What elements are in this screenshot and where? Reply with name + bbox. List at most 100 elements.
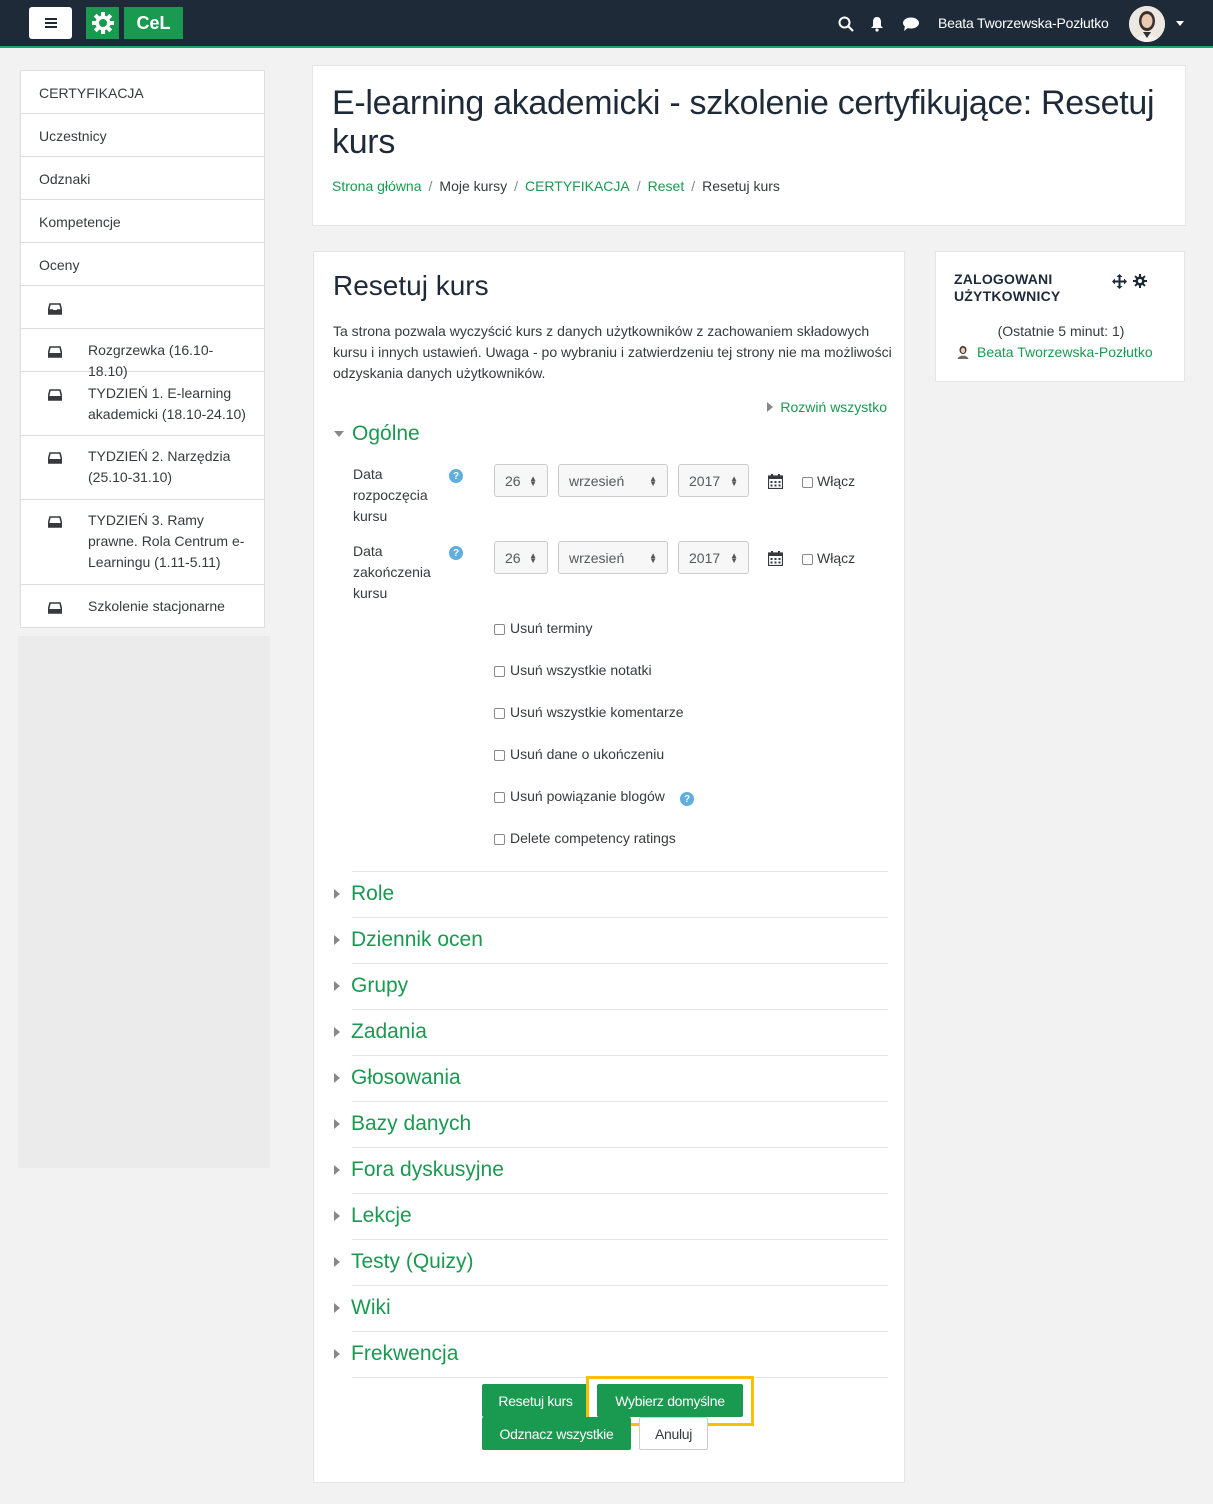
calendar-icon[interactable] [767, 551, 784, 567]
breadcrumb-my-courses: Moje kursy [439, 178, 508, 194]
start-date-enable-label: Włącz [817, 473, 856, 489]
drawer-item-tydzien-2[interactable]: TYDZIEŃ 2. Narzędzia (25.10-31.10) [21, 436, 264, 500]
drawer-item-tydzien-3[interactable]: TYDZIEŃ 3. Ramy prawne. Rola Centrum e-L… [21, 500, 264, 585]
hamburger-icon [44, 18, 57, 28]
option-label: Delete competency ratings [510, 830, 676, 846]
section-zadania[interactable]: Zadania [334, 1009, 888, 1055]
calendar-icon[interactable] [767, 474, 784, 490]
caret-right-icon [334, 1027, 340, 1037]
option-checkbox-delete-completion[interactable] [494, 750, 505, 761]
page-title: E-learning akademicki - szkolenie certyf… [332, 84, 1155, 161]
help-icon[interactable]: ? [449, 469, 463, 483]
caret-right-icon [334, 1165, 340, 1175]
folder-tray-icon [47, 596, 88, 620]
section-dziennik-ocen[interactable]: Dziennik ocen [334, 917, 888, 963]
caret-right-icon [767, 402, 774, 412]
online-users-info: (Ostatnie 5 minut: 1) [997, 323, 1125, 339]
move-icon[interactable] [1112, 274, 1127, 292]
menu-toggle-button[interactable] [29, 7, 72, 39]
caret-down-icon [334, 431, 344, 437]
breadcrumb-course[interactable]: CERTYFIKACJA [525, 178, 630, 194]
search-icon[interactable] [836, 14, 856, 34]
select-arrows-icon: ▲ ▼ [730, 474, 738, 488]
option-checkbox-delete-comments[interactable] [494, 708, 505, 719]
online-users-title: ZALOGOWANI UŻYTKOWNICY [954, 271, 1061, 304]
section-role[interactable]: Role [334, 871, 888, 917]
caret-right-icon [334, 981, 340, 991]
section-bazy-danych[interactable]: Bazy danych [334, 1101, 888, 1147]
section-lekcje[interactable]: Lekcje [334, 1193, 888, 1239]
drawer-item-uczestnicy[interactable]: Uczestnicy [21, 114, 264, 157]
caret-right-icon [334, 935, 340, 945]
section-glosowania[interactable]: Głosowania [334, 1055, 888, 1101]
option-checkbox-delete-notes[interactable] [494, 666, 505, 677]
section-grupy[interactable]: Grupy [334, 963, 888, 1009]
start-day-select[interactable]: 26 ▲ ▼ [494, 464, 548, 497]
drawer-item-section-general[interactable] [21, 286, 264, 329]
caret-right-icon [334, 1119, 340, 1129]
cancel-button[interactable]: Anuluj [639, 1417, 708, 1450]
drawer-item-szkolenie-stacjonarne[interactable]: Szkolenie stacjonarne [21, 585, 264, 627]
drawer-item-odznaki[interactable]: Odznaki [21, 157, 264, 200]
start-year-select[interactable]: 2017 ▲ ▼ [678, 464, 749, 497]
start-date-enable-checkbox[interactable] [802, 477, 813, 488]
folder-tray-icon [47, 446, 88, 470]
course-navigation: CERTYFIKACJA Uczestnicy Odznaki Kompeten… [20, 70, 265, 628]
user-menu-name[interactable]: Beata Tworzewska-Pozłutko [938, 15, 1109, 31]
reset-course-form: Resetuj kurs Ta strona pozwala wyczyścić… [313, 251, 905, 1483]
section-general-header[interactable]: Ogólne [334, 422, 420, 446]
end-day-select[interactable]: 26 ▲ ▼ [494, 541, 548, 574]
option-checkbox-delete-competency[interactable] [494, 834, 505, 845]
online-users-block: ZALOGOWANI UŻYTKOWNICY (Ostatnie 5 minut… [935, 251, 1185, 382]
caret-right-icon [334, 1303, 340, 1313]
folder-tray-icon [47, 510, 88, 534]
option-label: Usuń wszystkie notatki [510, 662, 652, 678]
page-header: E-learning akademicki - szkolenie certyf… [312, 65, 1186, 226]
drawer-lower-panel [18, 636, 270, 1168]
caret-right-icon [334, 1349, 340, 1359]
drawer-item-certyfikacja[interactable]: CERTYFIKACJA [21, 71, 264, 114]
select-arrows-icon: ▲ ▼ [730, 551, 738, 565]
option-checkbox-delete-events[interactable] [494, 624, 505, 635]
navbar: CeL Beata Tworzewska-Pozłutko [0, 0, 1213, 48]
chat-bubble-icon[interactable] [901, 14, 921, 34]
drawer-item-rozgrzewka[interactable]: Rozgrzewka (16.10-18.10) [21, 329, 264, 379]
breadcrumb-home[interactable]: Strona główna [332, 178, 422, 194]
start-date-label: Data rozpoczęcia kursu [353, 466, 428, 524]
caret-right-icon [334, 1211, 340, 1221]
breadcrumb: Strona główna / Moje kursy / CERTYFIKACJA / Re… [332, 178, 780, 194]
online-user-link[interactable]: Beata Tworzewska-Pozłutko [956, 344, 1153, 360]
reset-course-button[interactable]: Resetuj kurs [482, 1384, 589, 1417]
site-logo[interactable]: CeL [124, 7, 183, 39]
intro-text: Ta strona pozwala wyczyścić kurs z danyc… [333, 323, 892, 381]
help-icon[interactable]: ? [449, 546, 463, 560]
drawer-item-kompetencje[interactable]: Kompetencje [21, 200, 264, 243]
avatar[interactable] [1129, 6, 1165, 42]
drawer-item-oceny[interactable]: Oceny [21, 243, 264, 286]
help-icon[interactable]: ? [680, 792, 694, 806]
gear-logo-icon[interactable] [86, 7, 119, 39]
breadcrumb-reset[interactable]: Reset [648, 178, 685, 194]
caret-right-icon [334, 889, 340, 899]
gear-icon[interactable] [1133, 274, 1147, 291]
start-month-select[interactable]: wrzesień ▲ ▼ [558, 464, 668, 497]
bell-icon[interactable] [867, 14, 887, 34]
end-date-enable-checkbox[interactable] [802, 554, 813, 565]
end-year-select[interactable]: 2017 ▲ ▼ [678, 541, 749, 574]
select-arrows-icon: ▲ ▼ [529, 474, 537, 488]
caret-right-icon [334, 1257, 340, 1267]
folder-tray-icon [47, 383, 88, 407]
section-frekwencja[interactable]: Frekwencja [334, 1331, 888, 1377]
section-wiki[interactable]: Wiki [334, 1285, 888, 1331]
chevron-down-icon[interactable] [1176, 21, 1184, 26]
section-testy[interactable]: Testy (Quizy) [334, 1239, 888, 1285]
select-arrows-icon: ▲ ▼ [649, 474, 657, 488]
breadcrumb-current: Resetuj kurs [702, 178, 780, 194]
deselect-all-button[interactable]: Odznacz wszystkie [482, 1417, 631, 1450]
end-date-label: Data zakończenia kursu [353, 543, 431, 601]
select-arrows-icon: ▲ ▼ [649, 551, 657, 565]
expand-all-link[interactable]: Rozwiń wszystko [767, 399, 887, 415]
section-fora-dyskusyjne[interactable]: Fora dyskusyjne [334, 1147, 888, 1193]
option-checkbox-delete-blogs[interactable] [494, 792, 505, 803]
end-month-select[interactable]: wrzesień ▲ ▼ [558, 541, 668, 574]
